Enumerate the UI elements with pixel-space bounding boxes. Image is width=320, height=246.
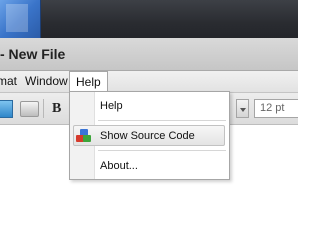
menu-item-help[interactable]: Help bbox=[70, 95, 229, 117]
toolbar-separator bbox=[43, 99, 44, 118]
menu-item-about[interactable]: About... bbox=[70, 155, 229, 177]
window-titlebar: - New File bbox=[0, 38, 298, 71]
menubar: mat Window Help bbox=[0, 71, 298, 93]
desktop-background bbox=[0, 0, 298, 38]
font-size-field[interactable]: 12 pt bbox=[254, 99, 298, 118]
menu-help[interactable]: Help bbox=[69, 71, 108, 91]
menu-item-label: Show Source Code bbox=[100, 130, 195, 142]
source-code-icon bbox=[76, 129, 92, 143]
font-family-dropdown-arrow[interactable] bbox=[236, 99, 249, 118]
desktop-file-icon[interactable] bbox=[0, 0, 41, 38]
print-icon[interactable] bbox=[20, 101, 39, 117]
screen: - New File mat Window Help B 12 pt Help … bbox=[0, 0, 298, 246]
menu-item-label: About... bbox=[100, 160, 138, 172]
menu-item-label: Help bbox=[100, 100, 123, 112]
menu-separator bbox=[98, 120, 226, 121]
menu-format[interactable]: mat bbox=[0, 71, 17, 92]
window-title: - New File bbox=[0, 46, 66, 62]
menu-window[interactable]: Window bbox=[25, 71, 68, 92]
help-menu-dropdown: Help Show Source Code About... bbox=[69, 91, 230, 180]
menu-item-show-source-code[interactable]: Show Source Code bbox=[70, 125, 229, 147]
save-icon[interactable] bbox=[0, 100, 13, 118]
menu-separator bbox=[98, 150, 226, 151]
bold-button[interactable]: B bbox=[52, 101, 61, 117]
